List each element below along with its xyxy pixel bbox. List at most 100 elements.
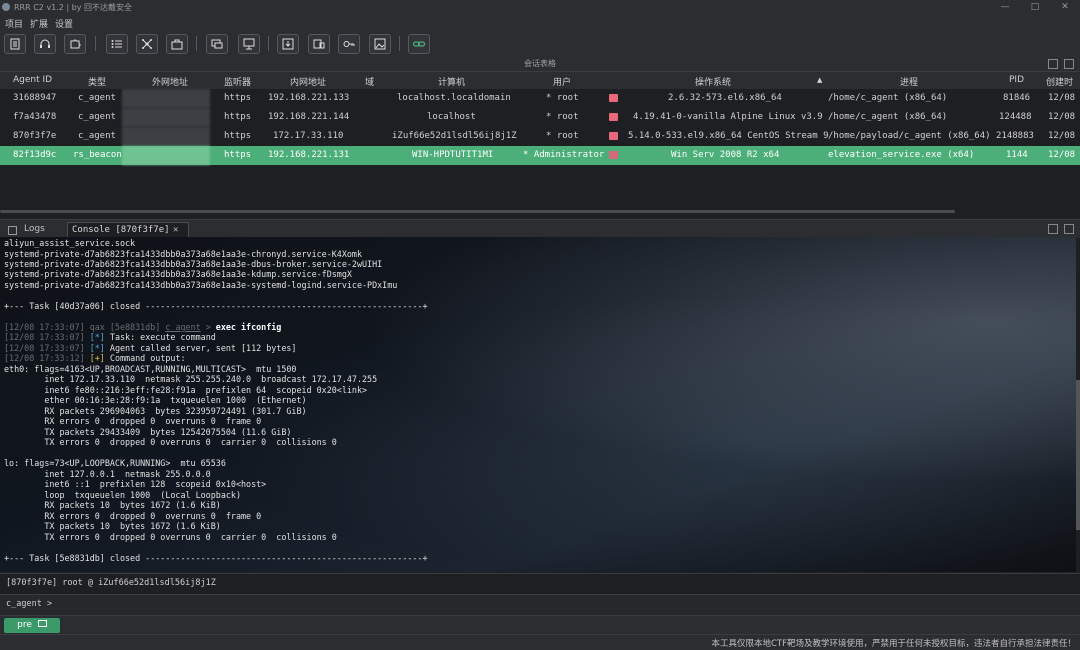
- console-line: TX errors 0 dropped 0 overruns 0 carrier…: [4, 532, 337, 542]
- col-created[interactable]: 创建时: [1046, 75, 1073, 88]
- table-row[interactable]: 31688947 c_agent https 192.168.221.133 l…: [0, 89, 1080, 108]
- cell-listener: https: [224, 131, 252, 141]
- cell-os: 4.19.41-0-vanilla Alpine Linux v3.9: [633, 112, 823, 122]
- download-icon[interactable]: [277, 34, 299, 54]
- col-domain[interactable]: 域: [365, 75, 374, 88]
- sort-ascending-icon[interactable]: ▲: [817, 76, 822, 84]
- console-line: TX packets 10 bytes 1672 (1.6 KiB): [4, 521, 221, 531]
- console-output: aliyun_assist_service.sock systemd-priva…: [0, 237, 1076, 572]
- col-external-ip[interactable]: 外网地址: [152, 75, 188, 88]
- table-row[interactable]: f7a43478 c_agent https 192.168.221.144 l…: [0, 108, 1080, 127]
- redacted-external-ip: [122, 127, 210, 146]
- cell-listener: https: [224, 93, 252, 103]
- cell-agent-id: 31688947: [13, 93, 57, 103]
- cell-process: /home/c_agent (x86_64): [828, 112, 948, 122]
- col-os[interactable]: 操作系统: [695, 75, 731, 88]
- menu-bar: 项目 扩展 设置: [0, 15, 1080, 30]
- cell-created: 12/08: [1048, 93, 1076, 103]
- maximize-icon[interactable]: □: [1028, 1, 1042, 13]
- task-closed-line: +--- Task [5e8831db] closed ------------…: [4, 553, 428, 563]
- console-line: inet6 ::1 prefixlen 128 scopeid 0x10<hos…: [4, 479, 267, 489]
- col-process[interactable]: 进程: [900, 75, 918, 88]
- network-icon[interactable]: [136, 34, 158, 54]
- device-icon[interactable]: [308, 34, 330, 54]
- cell-pid: 81846: [1003, 93, 1031, 103]
- minimize-icon[interactable]: —: [998, 1, 1012, 13]
- session-table-header: 会话表格: [0, 57, 1080, 72]
- console-line: [12/08 17:33:07] [*] Task: execute comma…: [4, 332, 216, 342]
- tab-console[interactable]: Console [870f3f7e] ✕: [67, 222, 189, 238]
- redacted-external-ip: [122, 89, 210, 108]
- cell-agent-id: 82f13d9c: [13, 150, 57, 160]
- redacted-external-ip: [122, 108, 210, 127]
- console-line: TX packets 29433409 bytes 12542075504 (1…: [4, 427, 292, 437]
- cell-os: 5.14.0-533.el9.x86_64 CentOS Stream 9: [628, 131, 829, 141]
- headset-icon[interactable]: [34, 34, 56, 54]
- col-listener[interactable]: 监听器: [224, 75, 251, 88]
- cell-internal-ip: 192.168.221.144: [268, 112, 350, 122]
- log-icon: [8, 226, 17, 235]
- cell-process: /home/payload/c_agent (x86_64): [828, 131, 991, 141]
- close-icon[interactable]: ✕: [1058, 1, 1072, 13]
- cell-user: * root: [546, 112, 579, 122]
- col-agent-id[interactable]: Agent ID: [13, 75, 52, 85]
- col-user[interactable]: 用户: [553, 75, 571, 88]
- image-icon[interactable]: [369, 34, 391, 54]
- vertical-scrollbar[interactable]: [1076, 380, 1080, 530]
- cell-type: c_agent: [78, 131, 116, 141]
- console-line: systemd-private-d7ab6823fca1433dbb0a373a…: [4, 269, 352, 279]
- cell-process: /home/c_agent (x86_64): [828, 93, 948, 103]
- monitor-icon[interactable]: [238, 34, 260, 54]
- column-headers: Agent ID 类型 外网地址 监听器 内网地址 域 计算机 用户 操作系统 …: [0, 72, 1080, 89]
- key-icon[interactable]: [338, 34, 360, 54]
- link-icon[interactable]: [408, 34, 430, 54]
- col-internal-ip[interactable]: 内网地址: [290, 75, 326, 88]
- status-bar: 本工具仅限本地CTF靶场及教学环境使用，严禁用于任何未授权目标，违法者自行承担法…: [0, 634, 1080, 650]
- bottom-tabs: pre: [0, 615, 1080, 635]
- menu-settings[interactable]: 设置: [55, 17, 73, 30]
- chat-icon[interactable]: [206, 34, 228, 54]
- title-bar: RRR C2 v1.2 | by 回不达戴安全 — □ ✕: [0, 0, 1080, 15]
- session-table-panel: 会话表格 Agent ID 类型 外网地址 监听器 内网地址 域 计算机 用户 …: [0, 57, 1080, 215]
- tab-pre[interactable]: pre: [4, 618, 60, 633]
- briefcase-icon[interactable]: [166, 34, 188, 54]
- cell-computer: WIN-HPDTUTIT1MI: [412, 150, 494, 160]
- cell-user: * root: [546, 131, 579, 141]
- tab-console-label: Console [870f3f7e]: [72, 225, 170, 235]
- os-flag-icon: [609, 132, 618, 140]
- horizontal-scrollbar[interactable]: [0, 210, 955, 213]
- close-panel-icon[interactable]: [1064, 59, 1074, 69]
- cell-listener: https: [224, 112, 252, 122]
- float-icon[interactable]: [1048, 59, 1058, 69]
- cell-internal-ip: 192.168.221.133: [268, 93, 350, 103]
- col-computer[interactable]: 计算机: [438, 75, 465, 88]
- menu-project[interactable]: 项目: [5, 17, 23, 30]
- cell-type: c_agent: [78, 93, 116, 103]
- cell-type: c_agent: [78, 112, 116, 122]
- command-input[interactable]: c_agent >: [0, 594, 1080, 615]
- col-type[interactable]: 类型: [88, 75, 106, 88]
- list-icon[interactable]: [106, 34, 128, 54]
- cell-created: 12/08: [1048, 112, 1076, 122]
- menu-extensions[interactable]: 扩展: [30, 17, 48, 30]
- close-tab-icon[interactable]: ✕: [173, 223, 178, 238]
- console-line: aliyun_assist_service.sock: [4, 238, 136, 248]
- document-icon[interactable]: [4, 34, 26, 54]
- col-pid[interactable]: PID: [1009, 75, 1024, 85]
- close-panel-icon[interactable]: [1064, 224, 1074, 234]
- cell-type: rs_beacon: [73, 150, 122, 160]
- console-line: RX packets 10 bytes 1672 (1.6 KiB): [4, 500, 221, 510]
- console-line: systemd-private-d7ab6823fca1433dbb0a373a…: [4, 249, 362, 259]
- cell-user: * root: [546, 93, 579, 103]
- tab-logs-label: Logs: [24, 224, 45, 234]
- table-row[interactable]: 870f3f7e c_agent https 172.17.33.110 iZu…: [0, 127, 1080, 146]
- console-line: loop txqueuelen 1000 (Local Loopback): [4, 490, 241, 500]
- os-flag-icon: [609, 113, 618, 121]
- cell-created: 12/08: [1048, 150, 1076, 160]
- puzzle-icon[interactable]: [64, 34, 86, 54]
- redacted-external-ip: [122, 146, 210, 165]
- table-row-selected[interactable]: 82f13d9c rs_beacon https 192.168.221.131…: [0, 146, 1080, 165]
- float-icon[interactable]: [1048, 224, 1058, 234]
- tab-logs[interactable]: Logs: [2, 222, 62, 237]
- task-closed-line: +--- Task [40d37a06] closed ------------…: [4, 301, 428, 311]
